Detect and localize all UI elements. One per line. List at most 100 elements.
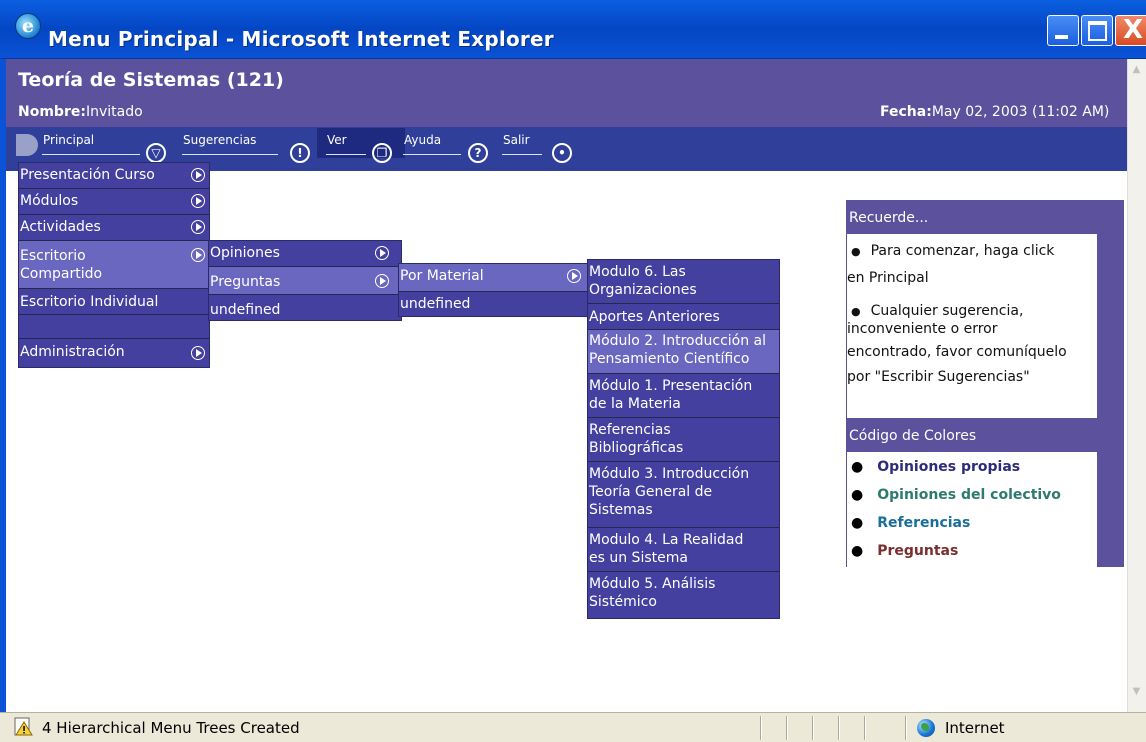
nav-sugerencias[interactable]: Sugerencias bbox=[183, 133, 256, 147]
window-circle-icon[interactable]: ❐ bbox=[372, 143, 392, 163]
menu-item-label: Sistémico bbox=[589, 594, 657, 610]
bullet-icon: ● bbox=[851, 487, 864, 503]
menu-item-label: Referencias bbox=[589, 422, 671, 438]
menu-item-label: es un Sistema bbox=[589, 550, 688, 566]
tip-1-line-2: en Principal bbox=[847, 270, 929, 286]
legend-label: Opiniones propias bbox=[877, 459, 1021, 475]
nav-underline bbox=[326, 154, 366, 155]
menu-item-empty[interactable] bbox=[19, 315, 209, 339]
menu-item-modulo-5[interactable]: Módulo 5. Análisis Sistémico bbox=[588, 572, 779, 618]
nav-salir[interactable]: Salir bbox=[503, 133, 530, 147]
menu-item-escritorio-compartido[interactable]: Escritorio Compartido bbox=[19, 241, 209, 289]
menu-item-label: Organizaciones bbox=[589, 282, 697, 298]
codigo-title: Código de Colores bbox=[849, 428, 977, 444]
status-divider bbox=[838, 716, 840, 740]
menu-item-preguntas[interactable]: Preguntas bbox=[209, 267, 401, 295]
menu-item-label: Presentación Curso bbox=[20, 167, 155, 183]
minimize-button[interactable] bbox=[1047, 15, 1079, 46]
question-circle-icon[interactable]: ? bbox=[468, 143, 488, 163]
legend-label: Opiniones del colectivo bbox=[877, 487, 1061, 503]
chevron-down-circle-icon[interactable]: ▽ bbox=[146, 143, 166, 163]
legend-item: ● Opiniones del colectivo bbox=[851, 487, 1061, 503]
dot-circle-icon[interactable]: • bbox=[552, 143, 572, 163]
nav-ver[interactable]: Ver bbox=[327, 133, 347, 147]
menu-item-modulo-2[interactable]: Módulo 2. Introducción al Pensamiento Cie… bbox=[588, 330, 779, 374]
menu-item-actividades[interactable]: Actividades bbox=[19, 215, 209, 241]
nav-underline bbox=[502, 154, 542, 155]
menu-item-label: Escritorio bbox=[20, 248, 86, 264]
menu-item-label: Actividades bbox=[20, 219, 101, 235]
arrow-right-icon bbox=[191, 194, 205, 208]
menu-item-modulos[interactable]: Módulos bbox=[19, 189, 209, 215]
menu-item-modulo-4[interactable]: Modulo 4. La Realidad es un Sistema bbox=[588, 528, 779, 572]
menu-item-label: Módulo 3. Introducción bbox=[589, 466, 750, 482]
nav-ayuda[interactable]: Ayuda bbox=[404, 133, 441, 147]
close-icon: X bbox=[1123, 15, 1144, 45]
menu-item-label: Opiniones bbox=[210, 245, 280, 261]
menu-item-label: Escritorio Individual bbox=[20, 294, 159, 310]
menu-item-modulo-1[interactable]: Módulo 1. Presentación de la Materia bbox=[588, 374, 779, 418]
menu-escritorio-compartido: Opiniones Preguntas undefined bbox=[208, 240, 402, 321]
tip-2-line-1: Cualquier sugerencia, bbox=[870, 303, 1024, 319]
nav-principal[interactable]: Principal bbox=[43, 133, 94, 147]
arrow-right-icon bbox=[567, 269, 581, 283]
bullet-icon: ● bbox=[851, 543, 864, 559]
menu-principal: Presentación Curso Módulos Actividades E… bbox=[18, 162, 210, 368]
close-button[interactable]: X bbox=[1115, 15, 1146, 46]
warning-page-icon bbox=[14, 717, 34, 737]
status-divider bbox=[864, 716, 866, 740]
status-divider bbox=[905, 716, 907, 740]
menu-item-administracion[interactable]: Administración bbox=[19, 339, 209, 367]
menu-item-label: Compartido bbox=[20, 266, 103, 282]
menu-item-label: Administración bbox=[20, 344, 125, 360]
menu-item-label: undefined bbox=[210, 302, 281, 318]
ie-logo-icon: e bbox=[15, 13, 41, 39]
nav-underline bbox=[42, 154, 140, 155]
window-title: Menu Principal - Microsoft Internet Expl… bbox=[48, 27, 554, 51]
menu-item-label: Preguntas bbox=[210, 274, 281, 290]
legend-label: Preguntas bbox=[877, 543, 959, 559]
user-name: Nombre:Invitado bbox=[18, 104, 143, 120]
menu-item-modulo-3[interactable]: Módulo 3. Introducción Teoría General de S… bbox=[588, 462, 779, 528]
tip-1-line-1: Para comenzar, haga click bbox=[870, 243, 1055, 259]
exclamation-circle-icon[interactable]: ! bbox=[290, 143, 310, 163]
status-divider bbox=[760, 716, 762, 740]
scroll-up-icon[interactable]: ▲ bbox=[1128, 64, 1145, 84]
menu-item-label: Por Material bbox=[400, 268, 484, 284]
nav-bullet-icon bbox=[16, 134, 38, 156]
menu-item-opiniones[interactable]: Opiniones bbox=[209, 241, 401, 267]
menu-item-aportes-anteriores[interactable]: Aportes Anteriores bbox=[588, 304, 779, 330]
date-display: Fecha:May 02, 2003 (11:02 AM) bbox=[880, 104, 1109, 120]
bullet-icon: ● bbox=[851, 459, 864, 475]
recuerde-title: Recuerde... bbox=[849, 210, 929, 226]
scroll-down-icon[interactable]: ▼ bbox=[1128, 686, 1145, 706]
menu-por-material: Modulo 6. Las Organizaciones Aportes Ante… bbox=[587, 259, 780, 619]
menu-item-modulo-6[interactable]: Modulo 6. Las Organizaciones bbox=[588, 260, 779, 304]
menu-item-undefined[interactable]: undefined bbox=[399, 292, 587, 317]
menu-item-label: Módulo 2. Introducción al bbox=[589, 333, 767, 349]
menu-item-label: Módulo 1. Presentación bbox=[589, 378, 753, 394]
arrow-right-icon bbox=[375, 246, 389, 260]
tip-2-line-2: inconveniente o error bbox=[847, 321, 998, 337]
menu-item-escritorio-individual[interactable]: Escritorio Individual bbox=[19, 289, 209, 315]
menu-item-referencias-bibliograficas[interactable]: Referencias Bibliográficas bbox=[588, 418, 779, 462]
nombre-value: Invitado bbox=[85, 104, 143, 120]
nombre-label: Nombre: bbox=[18, 104, 86, 120]
arrow-right-icon bbox=[375, 274, 389, 288]
bullet-icon: ● bbox=[851, 305, 861, 318]
menu-preguntas: Por Material undefined bbox=[398, 263, 588, 317]
menu-item-undefined[interactable]: undefined bbox=[209, 295, 401, 321]
vertical-scrollbar[interactable] bbox=[1127, 59, 1146, 712]
menu-item-presentacion-curso[interactable]: Presentación Curso bbox=[19, 163, 209, 189]
tip-2-line-4: por "Escribir Sugerencias" bbox=[847, 369, 1030, 385]
status-text: 4 Hierarchical Menu Trees Created bbox=[42, 719, 300, 737]
legend-item: ● Preguntas bbox=[851, 543, 958, 559]
nav-underline bbox=[403, 154, 461, 155]
fecha-label: Fecha: bbox=[880, 104, 932, 120]
menu-item-por-material[interactable]: Por Material bbox=[399, 264, 587, 292]
maximize-button[interactable] bbox=[1081, 15, 1113, 46]
menu-item-label: Teoría General de bbox=[589, 484, 713, 500]
menu-item-label: Bibliográficas bbox=[589, 440, 684, 456]
legend-item: ● Opiniones propias bbox=[851, 459, 1020, 475]
menu-item-label: Modulo 4. La Realidad bbox=[589, 532, 744, 548]
